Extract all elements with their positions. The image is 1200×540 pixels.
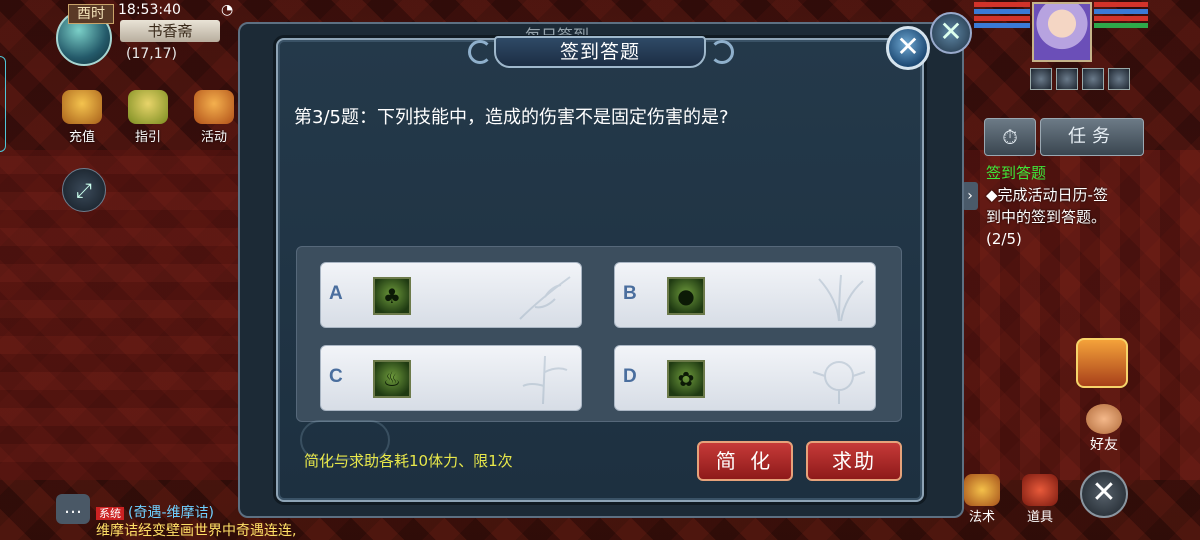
buff-orb-icon[interactable]: [1108, 68, 1130, 90]
menu-close-icon[interactable]: ✕: [1080, 470, 1128, 518]
flame-skill-icon: ♨: [373, 360, 411, 398]
tree-skill-icon: ♣: [373, 277, 411, 315]
guide-scroll-icon: [128, 90, 168, 124]
items-label: 道具: [1026, 510, 1053, 525]
fullscreen-expand-icon[interactable]: ⤢: [62, 168, 106, 212]
task-tab[interactable]: 任务: [1040, 118, 1144, 156]
bag-items-icon: [1022, 474, 1058, 506]
option-letter: B: [623, 283, 637, 304]
friends-button[interactable]: 好友: [1082, 404, 1126, 454]
activity-gong-icon: [194, 90, 234, 124]
plum-branch-watermark-icon: [519, 276, 571, 320]
bell-spell-icon: [964, 474, 1000, 506]
title-ornament-left: [468, 40, 492, 64]
option-letter: A: [329, 283, 343, 304]
option-d-button[interactable]: D ✿: [614, 345, 876, 411]
title-ornament-right: [710, 40, 734, 64]
items-button[interactable]: 道具: [1018, 474, 1062, 525]
activity-label: 活动: [200, 130, 227, 145]
stones-skill-icon: ●: [667, 277, 705, 315]
chat-text: (奇遇-维摩诘): [128, 505, 214, 521]
player-avatar[interactable]: [1032, 2, 1092, 62]
chrysanthemum-watermark-icon: [812, 361, 866, 404]
recharge-label: 充值: [68, 130, 95, 145]
time-period-sign: 酉时: [68, 4, 114, 24]
option-letter: C: [329, 366, 343, 387]
bottom-right-toolbar: 法术 道具: [960, 474, 1062, 525]
simplify-button[interactable]: 简 化: [697, 441, 793, 481]
collapse-arrow-icon[interactable]: ›: [962, 182, 978, 210]
wifi-icon: ◔: [221, 2, 234, 18]
clock-icon: ⏱: [1002, 125, 1018, 149]
quiz-question: 第3/5题：下列技能中，造成的伤害不是固定伤害的是?: [294, 107, 729, 128]
dialog-title: 签到答题: [494, 36, 706, 68]
clock: 18:53:40: [118, 2, 181, 18]
task-tracker[interactable]: 签到答题 ◆完成活动日历-签 到中的签到答题。 (2/5): [986, 162, 1186, 250]
bamboo-watermark-icon: [522, 355, 568, 405]
task-tabs: ⏱ 任务: [984, 118, 1144, 156]
option-a-button[interactable]: A ♣: [320, 262, 582, 328]
target-status-bars: [974, 2, 1030, 30]
handshake-icon: [1086, 404, 1122, 434]
friends-label: 好友: [1090, 437, 1118, 453]
close-button[interactable]: ✕: [886, 26, 930, 70]
back-window-close-icon[interactable]: ✕: [930, 12, 972, 54]
scene-wall-left: [0, 150, 260, 480]
chat-bubble-icon[interactable]: …: [56, 494, 90, 524]
buff-icons: [1030, 68, 1130, 90]
skill-glyph: ♣: [383, 284, 401, 308]
task-title: 签到答题: [986, 164, 1047, 182]
location-panel[interactable]: 酉时 18:53:40 ◔ 书香斋 (17,17): [56, 2, 233, 66]
buff-heart-icon[interactable]: [1030, 68, 1052, 90]
buff-shield-icon[interactable]: [1082, 68, 1104, 90]
skill-glyph: ✿: [677, 367, 695, 391]
option-b-button[interactable]: B ●: [614, 262, 876, 328]
activity-button[interactable]: 活动: [192, 90, 236, 145]
flower-skill-icon: ✿: [667, 360, 705, 398]
skill-glyph: ♨: [383, 367, 401, 391]
guide-label: 指引: [134, 130, 161, 145]
treasure-recharge-icon: [62, 90, 102, 124]
system-tag: 系统: [96, 507, 124, 520]
buff-gear-icon[interactable]: [1056, 68, 1078, 90]
map-coords: (17,17): [126, 46, 178, 62]
option-c-button[interactable]: C ♨: [320, 345, 582, 411]
option-letter: D: [623, 366, 637, 387]
spell-button[interactable]: 法术: [960, 474, 1004, 525]
player-status-bars: [1094, 2, 1148, 30]
timer-tab[interactable]: ⏱: [984, 118, 1036, 156]
treasure-chest-icon[interactable]: [1076, 338, 1128, 388]
orchid-watermark-icon: [818, 274, 864, 322]
chat-line[interactable]: 系统 (奇遇-维摩诘): [96, 502, 214, 522]
help-button[interactable]: 求助: [806, 441, 902, 481]
side-drawer-handle[interactable]: [0, 56, 6, 152]
task-progress: (2/5): [986, 230, 1022, 248]
cost-note: 简化与求助各耗10体力、限1次: [304, 452, 513, 470]
task-desc-line1: ◆完成活动日历-签: [986, 186, 1108, 204]
left-toolbar: 充值 指引 活动: [60, 90, 236, 145]
recharge-button[interactable]: 充值: [60, 90, 104, 145]
task-desc-line2: 到中的签到答题。: [986, 208, 1107, 226]
spell-label: 法术: [968, 510, 995, 525]
skill-glyph: ●: [677, 284, 695, 308]
guide-button[interactable]: 指引: [126, 90, 170, 145]
map-name[interactable]: 书香斋: [120, 20, 220, 42]
chat-line[interactable]: 维摩诘经变壁画世界中奇遇连连,: [96, 520, 296, 540]
